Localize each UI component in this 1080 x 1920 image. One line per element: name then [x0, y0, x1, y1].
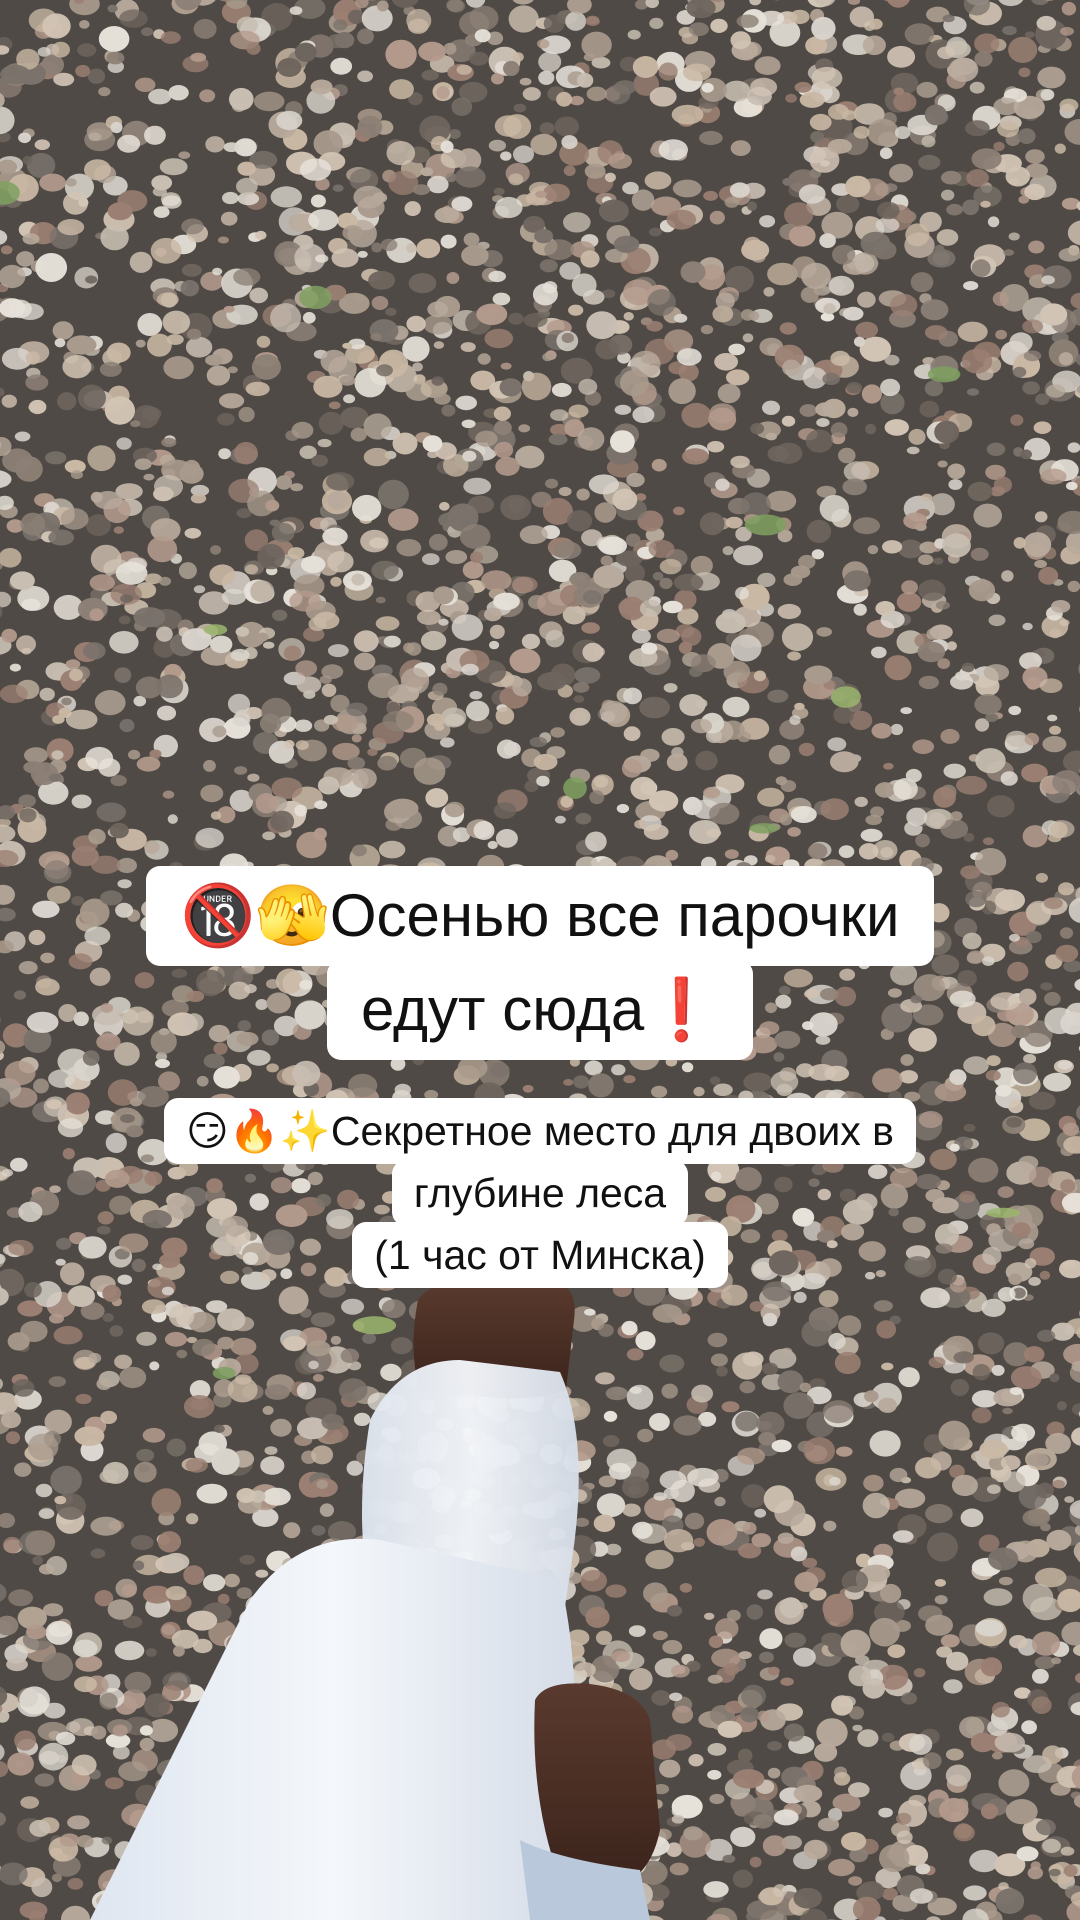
video-frame: 🔞🫣Осенью все парочки едут сюда❗ 😏🔥✨Секре… — [0, 0, 1080, 1920]
subtitle-line-1: 😏🔥✨Секретное место для двоих в — [164, 1098, 916, 1164]
subtitle-line-2: глубине леса — [391, 1160, 689, 1226]
headline-line-1: 🔞🫣Осенью все парочки — [146, 866, 934, 966]
headline-caption: 🔞🫣Осенью все парочки едут сюда❗ — [0, 866, 1080, 1060]
subtitle-line-3: (1 час от Минска) — [352, 1222, 728, 1288]
headline-line-2: едут сюда❗ — [327, 960, 753, 1060]
back-trouser-leg — [90, 1538, 575, 1920]
subtitle-caption: 😏🔥✨Секретное место для двоих в глубине л… — [0, 1098, 1080, 1288]
